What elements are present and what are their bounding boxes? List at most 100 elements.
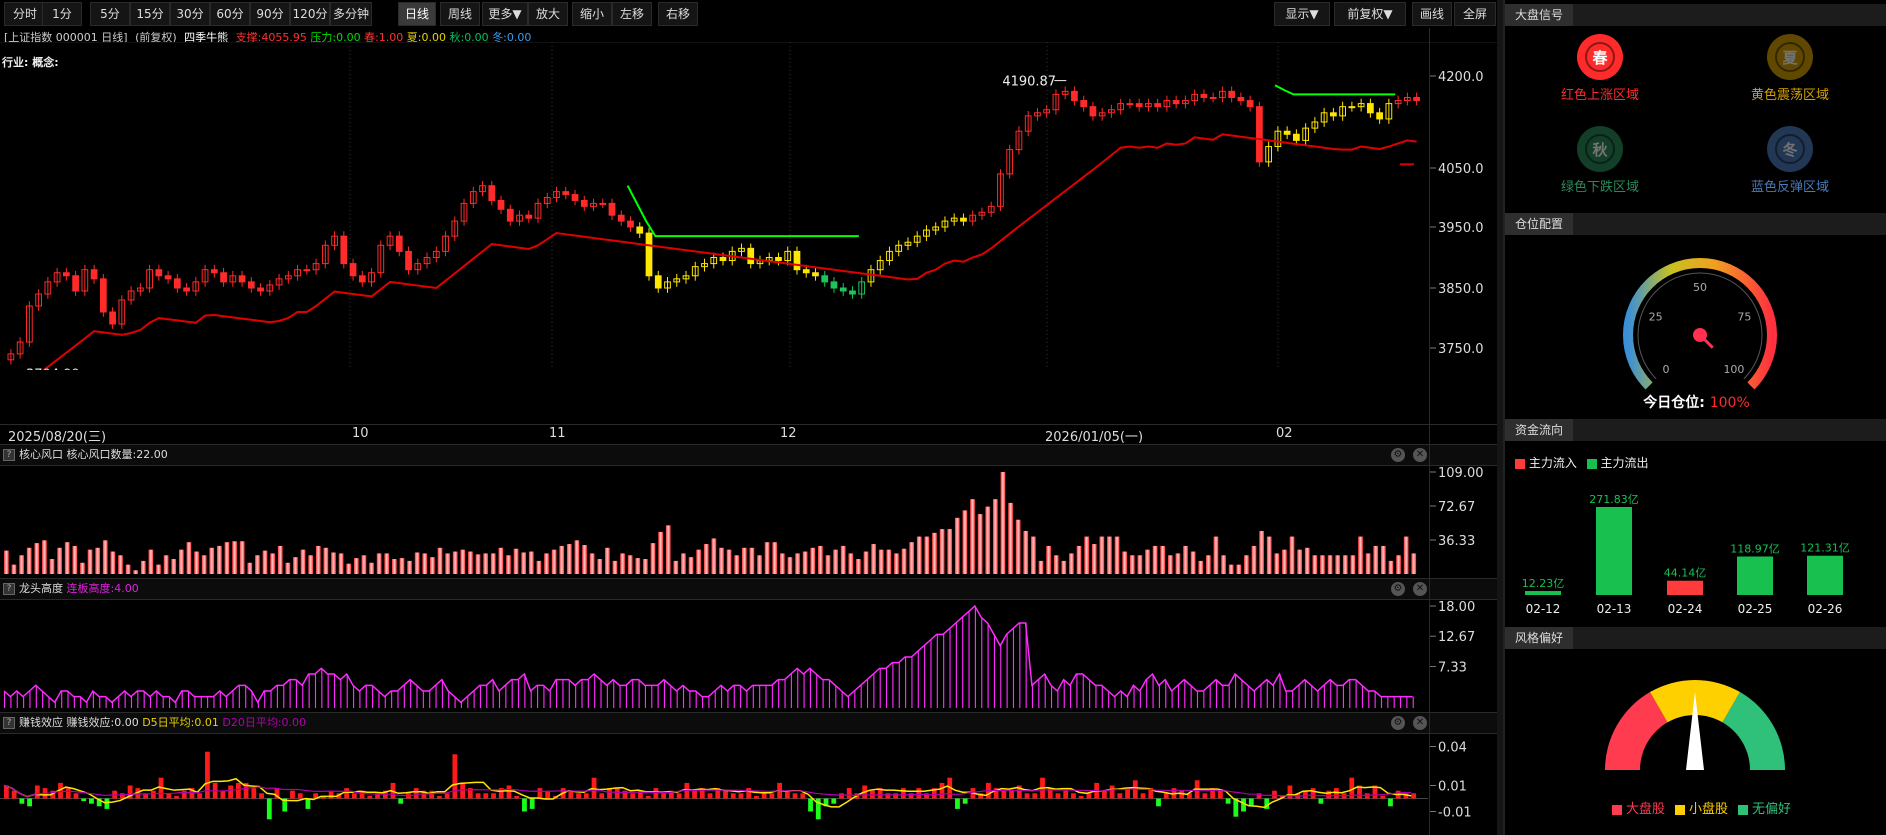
toolbar-right-button[interactable]: 前复权▼	[1334, 2, 1406, 26]
indicator-bar	[1241, 798, 1246, 812]
indicator-bar	[194, 696, 196, 708]
indicator-bar	[719, 547, 724, 574]
indicator-bar	[727, 691, 729, 708]
indicator-bar	[1129, 555, 1135, 574]
period-button[interactable]: 5分	[90, 2, 130, 26]
indicator-bar	[104, 798, 110, 809]
candle-body	[155, 269, 163, 277]
indicator-bar	[537, 788, 543, 799]
candle-body	[183, 287, 190, 292]
indicator-bar	[916, 788, 922, 799]
indicator-bar	[955, 623, 957, 708]
period-button[interactable]: 日线	[398, 2, 436, 26]
period-button[interactable]: 周线	[440, 2, 480, 26]
indicator-bar	[328, 790, 334, 799]
indicator-bar	[772, 542, 778, 574]
indicator-bar	[340, 679, 342, 708]
settings-icon[interactable]: ⚙	[1391, 448, 1405, 462]
period-button[interactable]: 缩小	[572, 2, 612, 26]
indicator-bar	[468, 551, 473, 574]
indicator-bar	[34, 785, 40, 799]
indicator-bar	[916, 536, 922, 574]
indicator-bar	[435, 685, 437, 708]
position-readout: 今日仓位: 100%	[1505, 392, 1886, 412]
indicator-bar	[682, 685, 685, 708]
period-button[interactable]: 1分	[42, 2, 82, 26]
indicator-bar	[99, 696, 101, 708]
period-button[interactable]: 120分	[290, 2, 330, 26]
help-icon[interactable]: ?	[3, 717, 15, 729]
period-button[interactable]: 分时	[4, 2, 46, 26]
indicator-bar	[566, 544, 572, 574]
candle-body	[1283, 130, 1291, 135]
indicator-value: 连板高度:4.00	[66, 582, 139, 595]
period-button[interactable]: 15分	[130, 2, 170, 26]
signal-icon: 春	[1577, 34, 1623, 80]
indicator-bar	[1184, 679, 1186, 708]
period-button[interactable]: 多分钟	[330, 2, 372, 26]
fund-date-label: 02-25	[1738, 602, 1773, 616]
pressure-line	[1274, 84, 1396, 96]
indicator-value: 核心风口数量:22.00	[66, 448, 168, 461]
indicator-bar	[238, 685, 240, 708]
indicator-bar	[886, 549, 892, 574]
indicator-bar	[673, 560, 679, 574]
position-gauge: 0 25 50 75 100	[1623, 258, 1777, 390]
period-button[interactable]: 60分	[210, 2, 250, 26]
axis-divider	[1429, 28, 1430, 835]
close-icon[interactable]: ✕	[1413, 582, 1427, 596]
toolbar-right-button[interactable]: 全屏	[1454, 2, 1496, 26]
indicator-bar	[879, 668, 881, 708]
indicator-bar	[1006, 634, 1008, 708]
indicator-bar	[1333, 788, 1339, 799]
indicator-bar	[936, 634, 938, 708]
help-icon[interactable]: ?	[3, 583, 15, 595]
indicator-bar	[809, 668, 811, 708]
period-button[interactable]: 30分	[170, 2, 210, 26]
indicator-bar	[846, 788, 852, 799]
indicator-bar	[1101, 790, 1107, 799]
settings-icon[interactable]: ⚙	[1391, 582, 1405, 596]
indicator-bar	[224, 542, 230, 574]
help-icon[interactable]: ?	[3, 449, 15, 461]
indicator-bar	[232, 541, 237, 574]
main-candlestick-chart[interactable]: 4200.04050.03950.03850.03750.03650.04190…	[0, 42, 1497, 370]
fund-date-label: 02-13	[1597, 602, 1632, 616]
candle-body	[793, 250, 801, 271]
indicator-bar	[276, 685, 278, 708]
indicator-bar	[1205, 555, 1211, 574]
indicator-bar	[1101, 685, 1103, 708]
indicator-bar	[825, 555, 831, 574]
indicator-bar	[574, 540, 580, 574]
indicator-bar	[1000, 645, 1002, 708]
period-button[interactable]: 90分	[250, 2, 290, 26]
candle-body	[1126, 103, 1134, 106]
fund-bar	[1737, 556, 1773, 595]
indicator-bar	[1368, 691, 1370, 708]
period-button[interactable]: 右移	[658, 2, 698, 26]
indicator-bar	[905, 657, 907, 708]
period-button[interactable]: 放大	[528, 2, 568, 26]
period-button[interactable]: 更多▼	[482, 2, 528, 26]
signal-label: 红色上涨区域	[1560, 88, 1639, 103]
indicator-bar	[73, 793, 79, 799]
close-icon[interactable]: ✕	[1413, 716, 1427, 730]
indicator-bar	[323, 547, 329, 574]
indicator-bar	[1259, 530, 1264, 574]
settings-icon[interactable]: ⚙	[1391, 716, 1405, 730]
indicator-bar	[95, 547, 101, 574]
close-icon[interactable]: ✕	[1413, 448, 1427, 462]
period-button[interactable]: 左移	[612, 2, 652, 26]
position-title: 仓位配置	[1505, 213, 1574, 235]
indicator-bar	[1091, 544, 1097, 574]
indicator-bar	[1285, 691, 1287, 708]
indicator-bar	[544, 553, 549, 574]
style-gauge	[1605, 680, 1785, 770]
indicator-bar	[475, 793, 481, 799]
indicator-bar	[1139, 691, 1141, 708]
toolbar-right-button[interactable]: 显示▼	[1274, 2, 1330, 26]
toolbar-right-button[interactable]: 画线	[1412, 2, 1452, 26]
date-label: 11	[549, 426, 566, 441]
indicator-bar	[479, 685, 482, 708]
gauge-tick-label: 50	[1693, 281, 1707, 294]
